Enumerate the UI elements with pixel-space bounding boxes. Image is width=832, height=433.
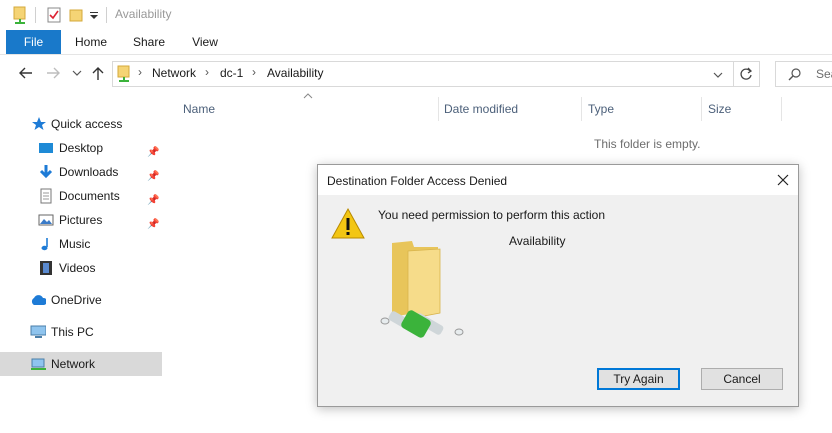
music-note-icon xyxy=(41,238,48,251)
refresh-icon xyxy=(740,67,753,80)
column-date-modified[interactable]: Date modified xyxy=(444,97,518,121)
video-film-icon xyxy=(40,261,52,275)
back-arrow-icon[interactable] xyxy=(17,66,33,80)
network-folder-icon xyxy=(380,241,464,338)
address-dropdown-icon[interactable] xyxy=(713,71,723,79)
breadcrumb-chevron-icon[interactable]: › xyxy=(252,65,256,79)
sort-ascending-icon xyxy=(303,93,313,99)
recent-locations-icon[interactable] xyxy=(72,69,82,77)
column-divider[interactable] xyxy=(581,97,582,121)
column-type[interactable]: Type xyxy=(588,97,614,121)
nav-network[interactable]: Network xyxy=(0,352,162,376)
window-title: Availability xyxy=(115,7,172,21)
try-again-button[interactable]: Try Again xyxy=(597,368,680,390)
search-icon xyxy=(788,68,801,81)
column-size[interactable]: Size xyxy=(708,97,731,121)
network-icon xyxy=(31,358,46,370)
computer-icon xyxy=(30,325,46,338)
address-row: › Network › dc-1 › Availability Search xyxy=(0,55,832,93)
nav-onedrive[interactable]: OneDrive xyxy=(0,288,162,312)
dialog-message: You need permission to perform this acti… xyxy=(378,208,606,222)
folder-network-icon xyxy=(13,6,26,24)
breadcrumb-network[interactable]: Network xyxy=(152,66,196,80)
nav-this-pc[interactable]: This PC xyxy=(0,320,162,344)
breadcrumb-chevron-icon[interactable]: › xyxy=(205,65,209,79)
nav-videos[interactable]: Videos xyxy=(0,256,162,280)
title-separator xyxy=(106,7,107,23)
properties-icon[interactable] xyxy=(47,7,61,23)
tab-share[interactable]: Share xyxy=(126,30,172,54)
breadcrumb-chevron-icon[interactable]: › xyxy=(138,65,142,79)
desktop-icon xyxy=(39,143,53,153)
dialog-title-bar: Destination Folder Access Denied xyxy=(318,165,798,195)
qat-dropdown-icon[interactable] xyxy=(89,11,99,21)
forward-arrow-icon[interactable] xyxy=(46,66,62,80)
column-divider[interactable] xyxy=(781,97,782,121)
nav-pictures[interactable]: Pictures 📌 xyxy=(0,208,162,232)
column-divider[interactable] xyxy=(701,97,702,121)
new-folder-icon[interactable] xyxy=(69,7,83,23)
nav-downloads[interactable]: Downloads 📌 xyxy=(0,160,162,184)
document-icon xyxy=(40,188,52,204)
tab-view[interactable]: View xyxy=(182,30,228,54)
column-name[interactable]: Name xyxy=(183,97,215,121)
pictures-icon xyxy=(38,214,54,226)
title-bar: Availability xyxy=(0,0,832,30)
breadcrumb-availability[interactable]: Availability xyxy=(267,66,323,80)
refresh-button[interactable] xyxy=(733,61,760,87)
breadcrumb-dc-1[interactable]: dc-1 xyxy=(220,66,243,80)
dialog-title: Destination Folder Access Denied xyxy=(327,174,508,188)
star-icon xyxy=(32,117,46,130)
folder-network-icon xyxy=(117,65,130,82)
tab-file[interactable]: File xyxy=(6,30,61,54)
close-icon[interactable] xyxy=(777,174,789,186)
search-placeholder: Search xyxy=(816,67,832,81)
qat-separator xyxy=(35,7,36,23)
warning-icon xyxy=(331,207,365,239)
ribbon-tabs: File Home Share View xyxy=(0,30,832,55)
up-arrow-icon[interactable] xyxy=(91,65,105,81)
search-box[interactable]: Search xyxy=(775,61,832,87)
empty-folder-message: This folder is empty. xyxy=(594,137,701,151)
nav-music[interactable]: Music xyxy=(0,232,162,256)
address-bar[interactable]: › Network › dc-1 › Availability xyxy=(112,61,734,87)
tab-home[interactable]: Home xyxy=(68,30,114,54)
column-divider[interactable] xyxy=(438,97,439,121)
cloud-icon xyxy=(31,295,46,305)
cancel-button[interactable]: Cancel xyxy=(701,368,783,390)
access-denied-dialog: Destination Folder Access Denied You nee… xyxy=(317,164,799,407)
nav-documents[interactable]: Documents 📌 xyxy=(0,184,162,208)
nav-desktop[interactable]: Desktop 📌 xyxy=(0,136,162,160)
nav-quick-access[interactable]: Quick access xyxy=(0,112,162,136)
dialog-folder-name: Availability xyxy=(509,234,566,248)
navigation-pane: Quick access Desktop 📌 Downloads 📌 Docum… xyxy=(0,110,165,433)
download-arrow-icon xyxy=(39,165,53,179)
